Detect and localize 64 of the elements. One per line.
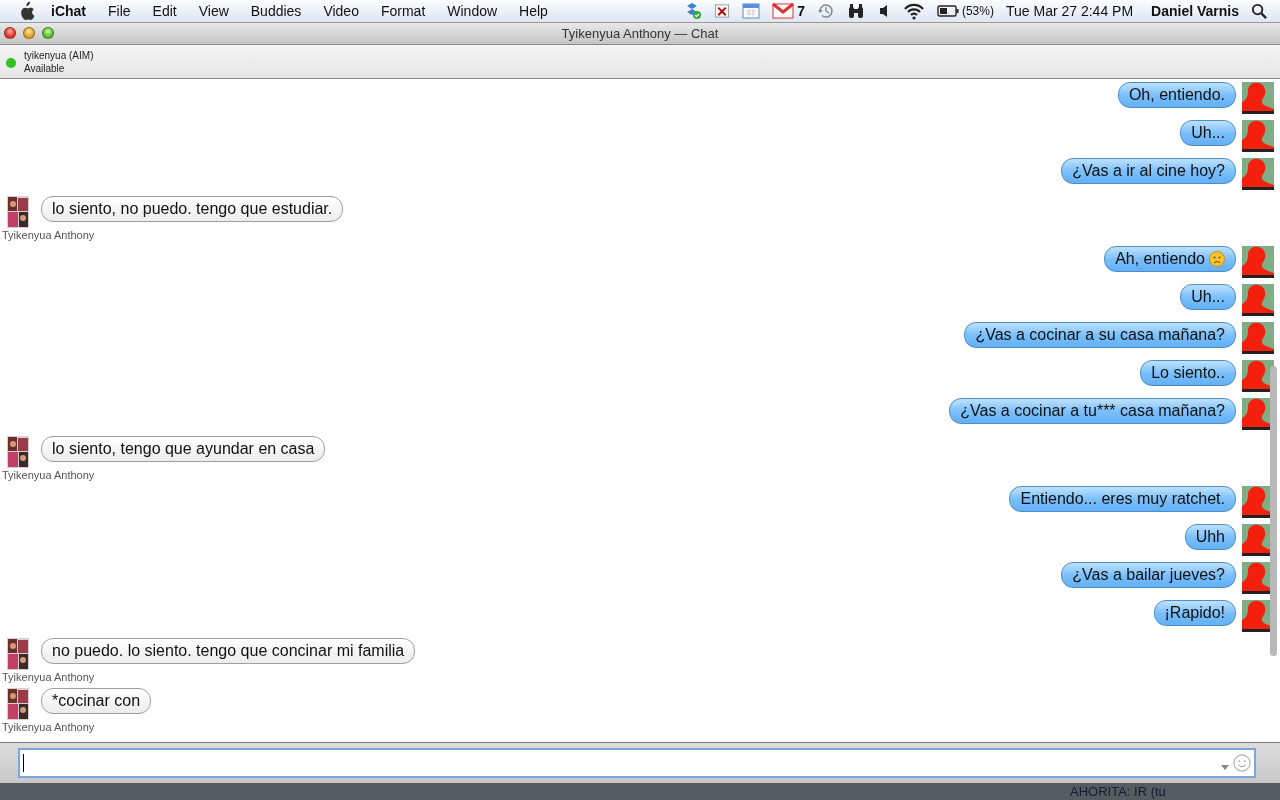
avatar: [1242, 158, 1274, 190]
x-box-icon[interactable]: [714, 3, 731, 19]
message-bubble: ¿Vas a cocinar a su casa mañana?: [964, 322, 1236, 348]
message-bubble: Entiendo... eres muy ratchet.: [1009, 486, 1236, 512]
message-bubble: ¿Vas a cocinar a tu*** casa mañana?: [949, 398, 1236, 424]
menu-item[interactable]: Video: [313, 3, 371, 19]
message-bubble: no puedo. lo siento. tengo que concinar mi familia: [41, 638, 416, 664]
message-bubble: lo siento, no puedo. tengo que estudiar.: [41, 196, 344, 222]
menu-item[interactable]: Buddies: [240, 3, 314, 19]
message-bubble: lo siento, tengo que ayundar en casa: [41, 436, 326, 462]
avatar: [1242, 120, 1274, 152]
message-bubble: ¿Vas a bailar jueves?: [1061, 562, 1236, 588]
zoom-button[interactable]: [42, 27, 54, 39]
message-bubble: Uh...: [1180, 120, 1236, 146]
app-menu[interactable]: iChat: [51, 3, 98, 19]
message-bubble: ¿Vas a ir al cine hoy?: [1061, 158, 1236, 184]
message-bubble: Uhh: [1184, 524, 1236, 550]
message-bubble: Lo siento..: [1140, 360, 1236, 386]
sender-name: Tyikenyua Anthony: [2, 721, 95, 733]
sender-name: Tyikenyua Anthony: [2, 671, 95, 683]
avatar: [7, 688, 29, 720]
menu-item[interactable]: Help: [509, 3, 560, 19]
close-button[interactable]: [4, 27, 16, 39]
menu-item[interactable]: Window: [437, 3, 510, 19]
clock-history-icon[interactable]: [816, 2, 835, 20]
avatar: [7, 436, 29, 468]
avatar: [1242, 322, 1274, 354]
minimize-button[interactable]: [23, 27, 35, 39]
mail-envelope-icon[interactable]: [772, 2, 795, 20]
sender-name: Tyikenyua Anthony: [2, 229, 95, 241]
mail-count: 7: [797, 3, 805, 19]
avatar: [1242, 246, 1274, 278]
message-bubble: Ah, entiendo: [1104, 246, 1236, 272]
menu-item[interactable]: View: [188, 3, 241, 19]
scrollbar-thumb[interactable]: [1270, 366, 1277, 656]
message-bubble: *cocinar con: [41, 688, 152, 714]
apple-logo-icon[interactable]: [19, 1, 37, 21]
menu-item[interactable]: File: [98, 3, 143, 19]
binoculars-icon[interactable]: [846, 2, 865, 20]
avatar: [1242, 284, 1274, 316]
calendar-icon[interactable]: [742, 2, 761, 20]
battery-icon[interactable]: [936, 2, 959, 20]
buddy-name: tyikenyua (AIM): [24, 48, 94, 62]
menu-clock[interactable]: Tue Mar 27 2:44 PM: [1005, 3, 1134, 19]
avatar: [7, 196, 29, 228]
message-bubble: ¡Rapido!: [1153, 600, 1236, 626]
message-bubble: Uh...: [1180, 284, 1236, 310]
battery-percent: (53%): [961, 4, 994, 18]
buddy-status: Available: [24, 61, 66, 75]
avatar: [1242, 360, 1274, 392]
avatar: [7, 638, 29, 670]
search-icon[interactable]: [1251, 2, 1268, 20]
menu-item[interactable]: Format: [370, 3, 438, 19]
message-input-field[interactable]: [18, 748, 1256, 778]
user-name[interactable]: Daniel Varnis: [1151, 3, 1239, 19]
message-bubble: Oh, entiendo.: [1117, 82, 1236, 108]
sender-name: Tyikenyua Anthony: [2, 469, 95, 481]
menu-item[interactable]: Edit: [142, 3, 189, 19]
background-window-text: AHORITA: IR (tu: [1070, 783, 1166, 800]
wifi-icon[interactable]: [902, 2, 925, 20]
dropdown-arrow-icon[interactable]: [1221, 764, 1229, 770]
window-title: Tyikenyua Anthony — Chat: [561, 26, 719, 41]
text-cursor: [23, 754, 24, 772]
avatar: [1242, 82, 1274, 114]
